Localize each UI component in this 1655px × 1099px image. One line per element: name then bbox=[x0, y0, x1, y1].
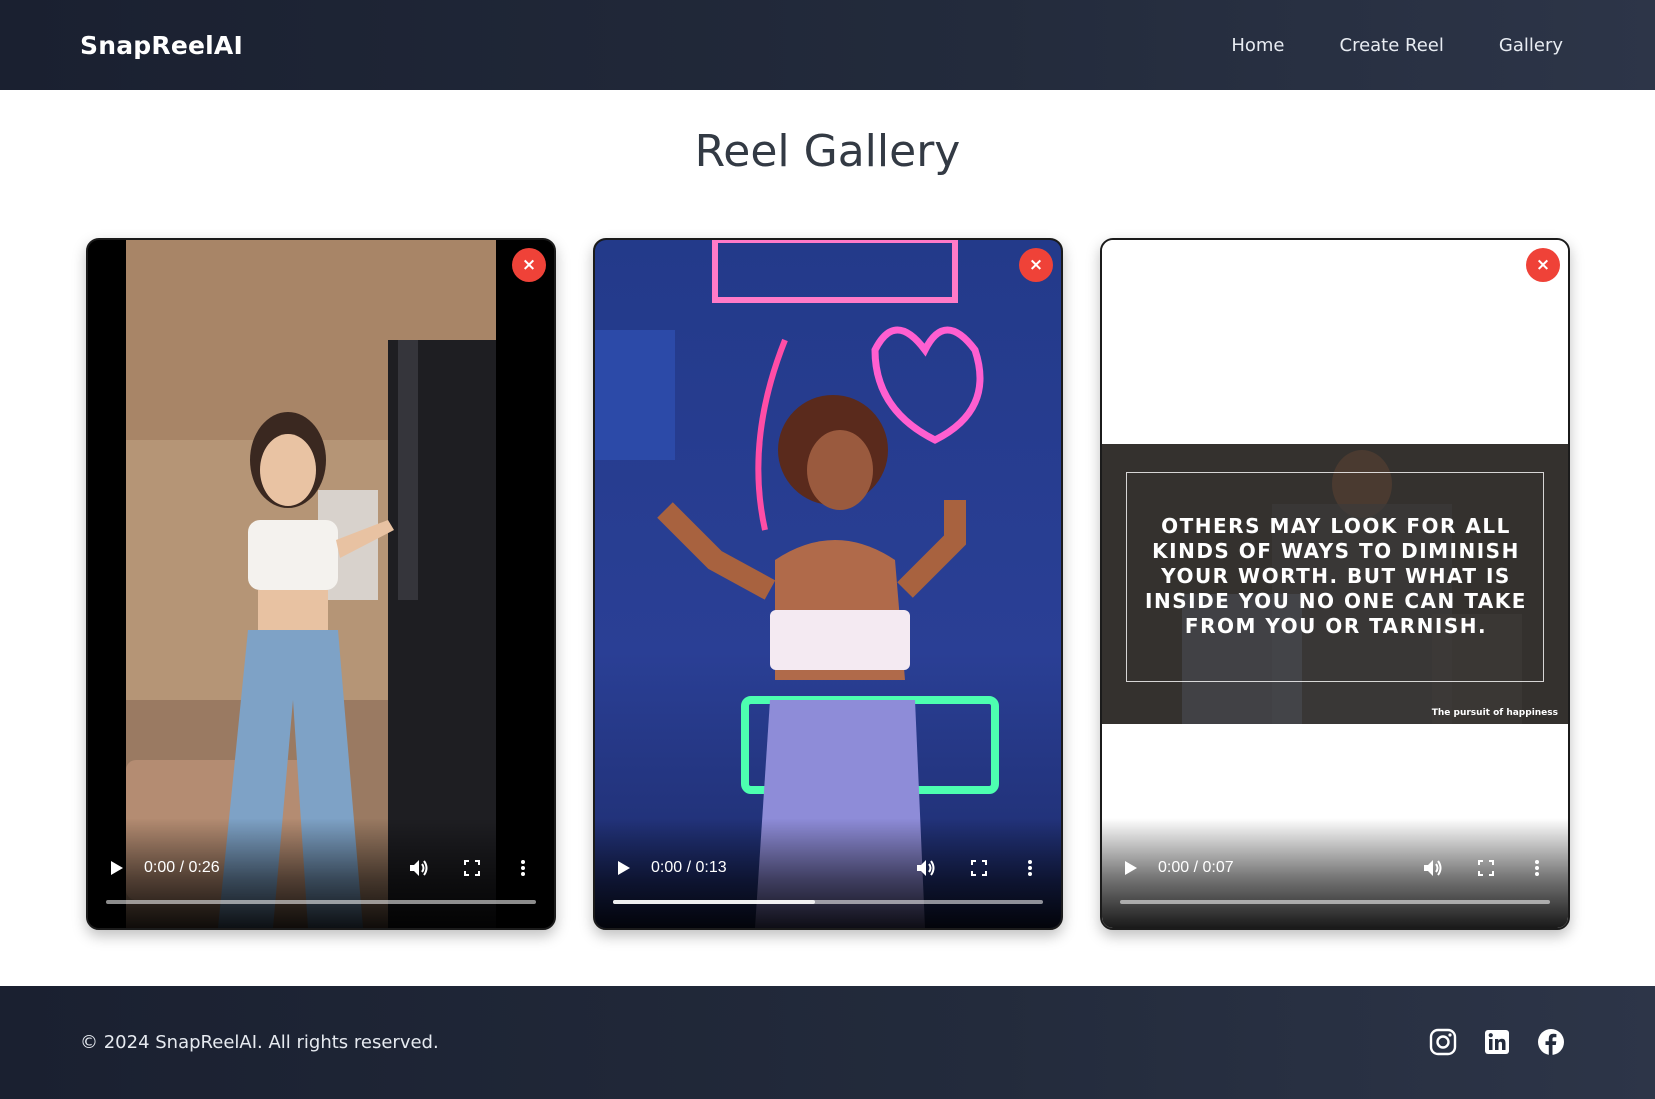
delete-reel-button[interactable]: × bbox=[512, 248, 546, 282]
instagram-icon[interactable] bbox=[1429, 1028, 1457, 1056]
copyright-text: © 2024 SnapReelAI. All rights reserved. bbox=[80, 1032, 439, 1053]
time-display: 0:00 / 0:13 bbox=[651, 859, 727, 876]
navbar: SnapReelAI Home Create Reel Gallery bbox=[0, 0, 1655, 90]
nav-link-create-reel[interactable]: Create Reel bbox=[1340, 35, 1444, 56]
delete-reel-button[interactable]: × bbox=[1019, 248, 1053, 282]
play-icon[interactable] bbox=[1124, 860, 1138, 876]
quote-frame: OTHERS MAY LOOK FOR ALL KINDS OF WAYS TO… bbox=[1102, 444, 1568, 724]
nav-link-gallery[interactable]: Gallery bbox=[1499, 35, 1563, 56]
more-options-icon[interactable] bbox=[1027, 859, 1033, 877]
video-controls: 0:00 / 0:13 bbox=[595, 818, 1061, 928]
delete-reel-button[interactable]: × bbox=[1526, 248, 1560, 282]
fullscreen-icon[interactable] bbox=[464, 860, 480, 876]
social-links bbox=[1429, 1028, 1565, 1056]
reel-card-2: × 0:00 / 0:13 bbox=[593, 238, 1063, 930]
more-options-icon[interactable] bbox=[520, 859, 526, 877]
volume-icon[interactable] bbox=[408, 858, 430, 878]
facebook-icon[interactable] bbox=[1537, 1028, 1565, 1056]
buffered-fill bbox=[613, 900, 816, 904]
volume-icon[interactable] bbox=[915, 858, 937, 878]
play-icon[interactable] bbox=[617, 860, 631, 876]
video-controls: 0:00 / 0:26 bbox=[88, 818, 554, 928]
progress-bar[interactable] bbox=[613, 900, 1043, 904]
nav-links: Home Create Reel Gallery bbox=[1231, 35, 1563, 56]
reel-card-1: × 0:00 / 0:26 bbox=[86, 238, 556, 930]
progress-bar[interactable] bbox=[1120, 900, 1550, 904]
more-options-icon[interactable] bbox=[1534, 859, 1540, 877]
fullscreen-icon[interactable] bbox=[1478, 860, 1494, 876]
volume-icon[interactable] bbox=[1422, 858, 1444, 878]
quote-text: OTHERS MAY LOOK FOR ALL KINDS OF WAYS TO… bbox=[1145, 514, 1527, 638]
linkedin-icon[interactable] bbox=[1483, 1028, 1511, 1056]
play-icon[interactable] bbox=[110, 860, 124, 876]
brand-logo[interactable]: SnapReelAI bbox=[80, 31, 243, 60]
nav-link-home[interactable]: Home bbox=[1231, 35, 1284, 56]
video-controls: 0:00 / 0:07 bbox=[1102, 818, 1568, 928]
footer: © 2024 SnapReelAI. All rights reserved. bbox=[0, 986, 1655, 1099]
reel-card-3: OTHERS MAY LOOK FOR ALL KINDS OF WAYS TO… bbox=[1100, 238, 1570, 930]
page-title: Reel Gallery bbox=[694, 126, 961, 177]
time-display: 0:00 / 0:26 bbox=[144, 859, 220, 876]
time-display: 0:00 / 0:07 bbox=[1158, 859, 1234, 876]
quote-caption: The pursuit of happiness bbox=[1431, 708, 1558, 718]
fullscreen-icon[interactable] bbox=[971, 860, 987, 876]
progress-bar[interactable] bbox=[106, 900, 536, 904]
